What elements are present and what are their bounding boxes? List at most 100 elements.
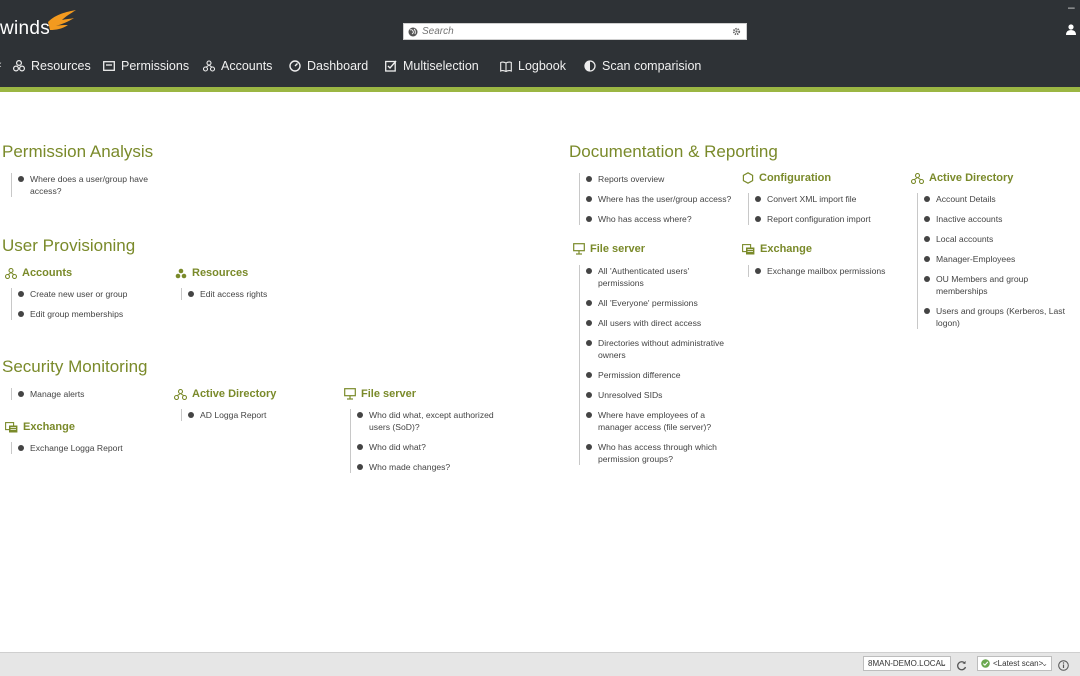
info-icon[interactable] <box>1058 658 1069 676</box>
minimize-icon[interactable]: – <box>1068 0 1075 14</box>
active-directory-icon <box>174 388 187 400</box>
group-exchange-title: Exchange <box>5 421 75 433</box>
list-item[interactable]: Who did what? <box>351 441 501 453</box>
list-item[interactable]: Users and groups (Kerberos, Last logon) <box>918 305 1068 329</box>
list-item[interactable]: All 'Authenticated users' permissions <box>580 265 730 289</box>
group-resources-title: Resources <box>175 267 248 279</box>
security-monitoring-general-list: Manage alerts <box>11 388 152 400</box>
list-item[interactable]: Create new user or group <box>12 288 162 300</box>
list-item[interactable]: Local accounts <box>918 233 1068 245</box>
documentation-exchange-list: Exchange mailbox permissions <box>748 265 899 277</box>
documentation-file-server-list: All 'Authenticated users' permissions Al… <box>579 265 730 465</box>
status-bar: 8MAN-DEMO.LOCAL ⌄ <Latest scan> ⌄ <box>0 652 1080 676</box>
list-item[interactable]: Manage alerts <box>12 388 152 400</box>
globe-icon <box>406 27 420 37</box>
list-item[interactable]: Account Details <box>918 193 1068 205</box>
list-item[interactable]: Who did what, except authorized users (S… <box>351 409 501 433</box>
group-configuration-label: Configuration <box>759 172 832 184</box>
group-configuration-title: Configuration <box>742 172 831 184</box>
list-item[interactable]: Edit access rights <box>182 288 302 300</box>
list-item[interactable]: Exchange Logga Report <box>12 442 162 454</box>
documentation-general-list: Reports overview Where has the user/grou… <box>579 173 740 225</box>
nav-scroll-left-icon[interactable]: ‹ <box>0 59 2 71</box>
nav-logbook-label: Logbook <box>518 59 566 73</box>
list-item[interactable]: Inactive accounts <box>918 213 1068 225</box>
list-item[interactable]: Who has access where? <box>580 213 740 225</box>
check-circle-icon <box>981 659 990 668</box>
group-active-directory-title: Active Directory <box>174 388 276 400</box>
section-user-provisioning-title: User Provisioning <box>2 236 136 255</box>
list-item[interactable]: Where has the user/group access? <box>580 193 740 205</box>
group-doc-exchange-title: Exchange <box>742 243 812 255</box>
domain-select[interactable]: 8MAN-DEMO.LOCAL ⌄ <box>863 656 951 671</box>
security-monitoring-exchange-list: Exchange Logga Report <box>11 442 162 454</box>
list-item[interactable]: Where does a user/group have access? <box>12 173 167 197</box>
logo-bird-icon <box>48 10 76 30</box>
dashboard-icon <box>289 60 301 72</box>
logo-text: winds <box>0 18 51 39</box>
nav-scan-comparison[interactable]: Scan comparision <box>584 59 701 73</box>
group-doc-file-server-title: File server <box>573 243 645 255</box>
section-documentation-title: Documentation & Reporting <box>569 142 778 161</box>
nav-dashboard[interactable]: Dashboard <box>289 59 368 73</box>
list-item[interactable]: Convert XML import file <box>749 193 899 205</box>
file-server-icon <box>573 243 585 255</box>
search-input[interactable] <box>420 24 729 39</box>
list-item[interactable]: Permission difference <box>580 369 730 381</box>
accounts-icon <box>203 60 215 72</box>
refresh-icon[interactable] <box>956 658 967 676</box>
nav-permissions[interactable]: Permissions <box>103 59 189 73</box>
group-accounts-title: Accounts <box>5 267 72 279</box>
scan-comparison-icon <box>584 60 596 72</box>
list-item[interactable]: Reports overview <box>580 173 740 185</box>
group-file-server-label: File server <box>361 388 417 400</box>
list-item[interactable]: Who made changes? <box>351 461 501 473</box>
security-monitoring-ad-list: AD Logga Report <box>181 409 302 421</box>
nav-logbook[interactable]: Logbook <box>500 59 566 73</box>
app-logo: winds <box>0 10 76 44</box>
domain-select-value: 8MAN-DEMO.LOCAL <box>868 659 946 668</box>
list-item[interactable]: Where have employees of a manager access… <box>580 409 730 433</box>
list-item[interactable]: Edit group memberships <box>12 308 162 320</box>
list-item[interactable]: Report configuration import <box>749 213 899 225</box>
list-item[interactable]: Unresolved SIDs <box>580 389 730 401</box>
list-item[interactable]: Who has access through which permission … <box>580 441 730 465</box>
list-item[interactable]: AD Logga Report <box>182 409 302 421</box>
resources-icon <box>13 60 25 72</box>
nav-resources[interactable]: Resources <box>13 59 91 73</box>
list-item[interactable]: OU Members and group memberships <box>918 273 1068 297</box>
user-provisioning-accounts-list: Create new user or group Edit group memb… <box>11 288 162 320</box>
accounts-icon <box>5 267 17 279</box>
group-doc-file-server-label: File server <box>590 243 646 255</box>
nav-multiselection[interactable]: Multiselection <box>385 59 479 73</box>
section-security-monitoring-title: Security Monitoring <box>2 357 148 376</box>
group-doc-exchange-label: Exchange <box>760 243 812 255</box>
exchange-icon <box>5 421 18 432</box>
resources-icon <box>175 268 187 278</box>
group-accounts-label: Accounts <box>22 267 73 279</box>
search-settings-gear-icon[interactable] <box>729 27 743 36</box>
list-item[interactable]: All 'Everyone' permissions <box>580 297 730 309</box>
list-item[interactable]: Manager-Employees <box>918 253 1068 265</box>
list-item[interactable]: All users with direct access <box>580 317 730 329</box>
list-item[interactable]: Directories without administrative owner… <box>580 337 730 361</box>
nav-multiselection-label: Multiselection <box>403 59 479 73</box>
list-item[interactable]: Exchange mailbox permissions <box>749 265 899 277</box>
user-icon[interactable] <box>1066 24 1076 38</box>
nav-permissions-label: Permissions <box>121 59 190 73</box>
nav-scan-comparison-label: Scan comparision <box>602 59 702 73</box>
group-doc-active-directory-label: Active Directory <box>929 172 1014 184</box>
nav-accounts[interactable]: Accounts <box>203 59 272 73</box>
section-permission-analysis-title: Permission Analysis <box>2 142 154 161</box>
configuration-icon <box>742 172 754 184</box>
permissions-icon <box>103 61 115 71</box>
nav-resources-label: Resources <box>31 59 91 73</box>
documentation-active-directory-list: Account Details Inactive accounts Local … <box>917 193 1068 329</box>
nav-dashboard-label: Dashboard <box>307 59 369 73</box>
security-monitoring-file-server-list: Who did what, except authorized users (S… <box>350 409 501 473</box>
chevron-down-icon: ⌄ <box>1041 659 1048 668</box>
nav-accounts-label: Accounts <box>221 59 273 73</box>
scan-select[interactable]: <Latest scan> ⌄ <box>977 656 1052 671</box>
group-doc-active-directory-title: Active Directory <box>911 172 1013 184</box>
group-exchange-label: Exchange <box>23 421 75 433</box>
